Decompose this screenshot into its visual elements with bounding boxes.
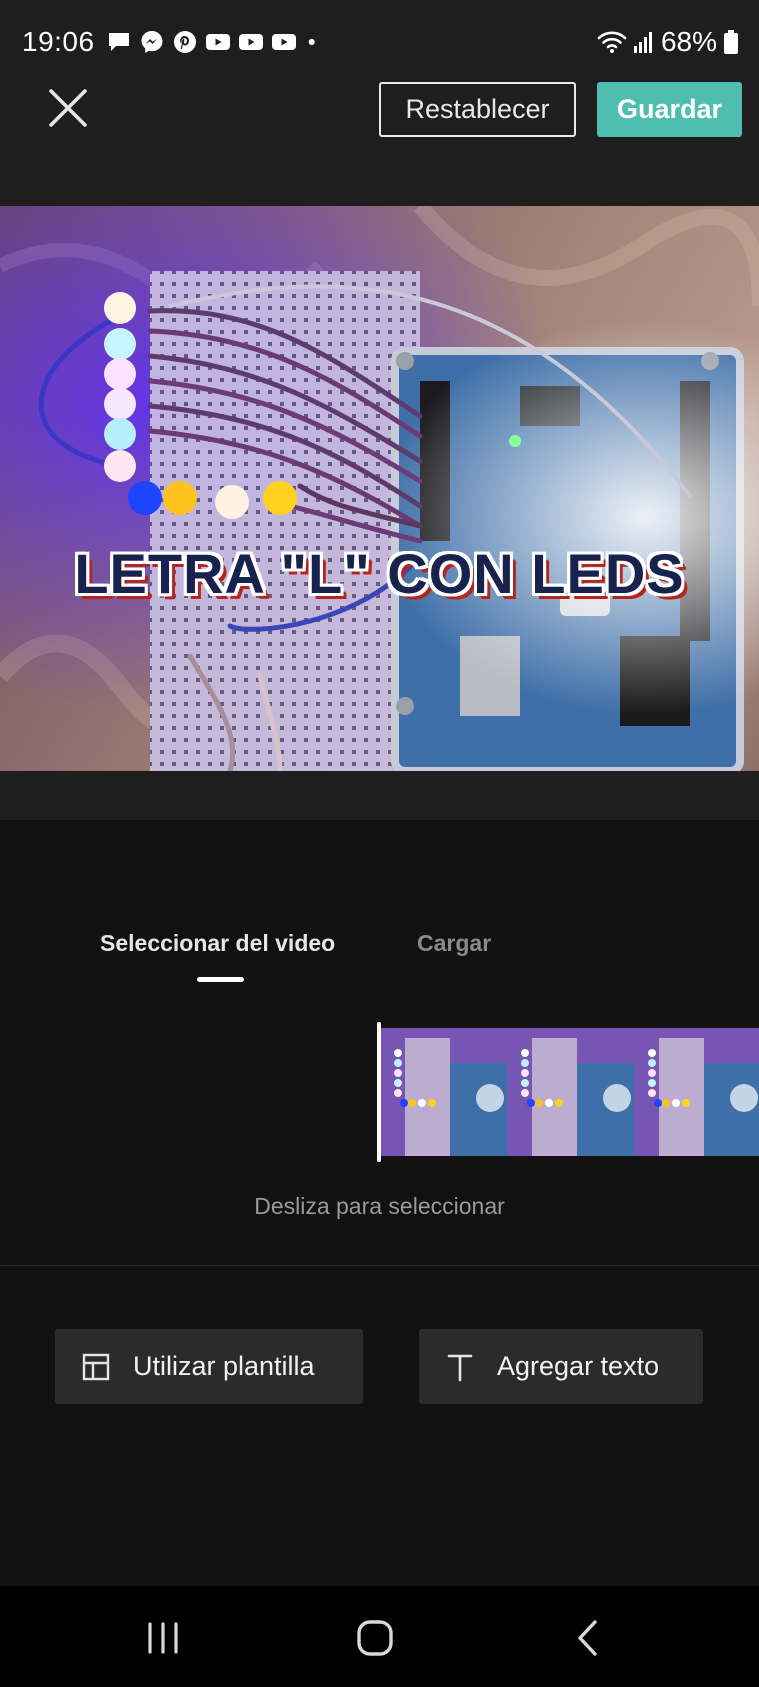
recent-apps-icon[interactable] xyxy=(138,1616,188,1660)
use-template-label: Utilizar plantilla xyxy=(133,1351,315,1381)
preview-overlay-text: LETRA "L" CON LEDS xyxy=(74,542,685,605)
back-icon[interactable] xyxy=(563,1616,613,1660)
divider xyxy=(0,1265,759,1266)
preview-scene xyxy=(0,206,759,771)
status-right: 68% xyxy=(597,26,739,58)
filmstrip-hint: Desliza para seleccionar xyxy=(254,1193,505,1219)
source-tabs: Seleccionar del video Cargar xyxy=(0,930,759,990)
status-time: 19:06 xyxy=(22,26,95,57)
video-preview[interactable]: LETRA "L" CON LEDS xyxy=(0,206,759,771)
battery-percent: 68% xyxy=(660,26,717,57)
youtube-icon xyxy=(206,34,230,50)
use-template-button[interactable]: Utilizar plantilla xyxy=(55,1329,363,1404)
notification-icons xyxy=(106,29,324,55)
battery-icon xyxy=(724,30,738,54)
preview-area: LETRA "L" CON LEDS xyxy=(0,206,759,820)
active-tab-indicator xyxy=(197,977,244,982)
youtube-icon xyxy=(272,34,296,50)
signal-icon xyxy=(633,32,652,53)
pinterest-icon xyxy=(174,31,196,53)
messages-icon xyxy=(109,33,129,51)
tab-select-from-video[interactable]: Seleccionar del video xyxy=(100,930,335,957)
wifi-icon xyxy=(597,31,627,53)
template-icon xyxy=(82,1353,110,1380)
filmstrip-frame xyxy=(380,1028,507,1156)
youtube-icon xyxy=(239,34,263,50)
system-nav-bar xyxy=(0,1586,759,1687)
home-icon[interactable] xyxy=(350,1616,400,1660)
add-text-label: Agregar texto xyxy=(497,1351,660,1381)
status-bar: 19:06 68% xyxy=(0,0,759,88)
editor-top-bar: Restablecer Guardar xyxy=(0,82,759,206)
reset-button[interactable]: Restablecer xyxy=(379,82,576,137)
filmstrip-playhead[interactable] xyxy=(377,1022,381,1162)
save-button[interactable]: Guardar xyxy=(597,82,742,137)
dot-icon xyxy=(308,38,315,46)
filmstrip-frame xyxy=(507,1028,634,1156)
text-icon xyxy=(447,1354,473,1381)
tab-upload[interactable]: Cargar xyxy=(417,930,491,957)
add-text-button[interactable]: Agregar texto xyxy=(419,1329,703,1404)
close-icon[interactable] xyxy=(42,88,92,132)
messenger-icon xyxy=(141,31,163,53)
filmstrip-frame xyxy=(634,1028,759,1156)
video-filmstrip[interactable] xyxy=(380,1028,759,1156)
